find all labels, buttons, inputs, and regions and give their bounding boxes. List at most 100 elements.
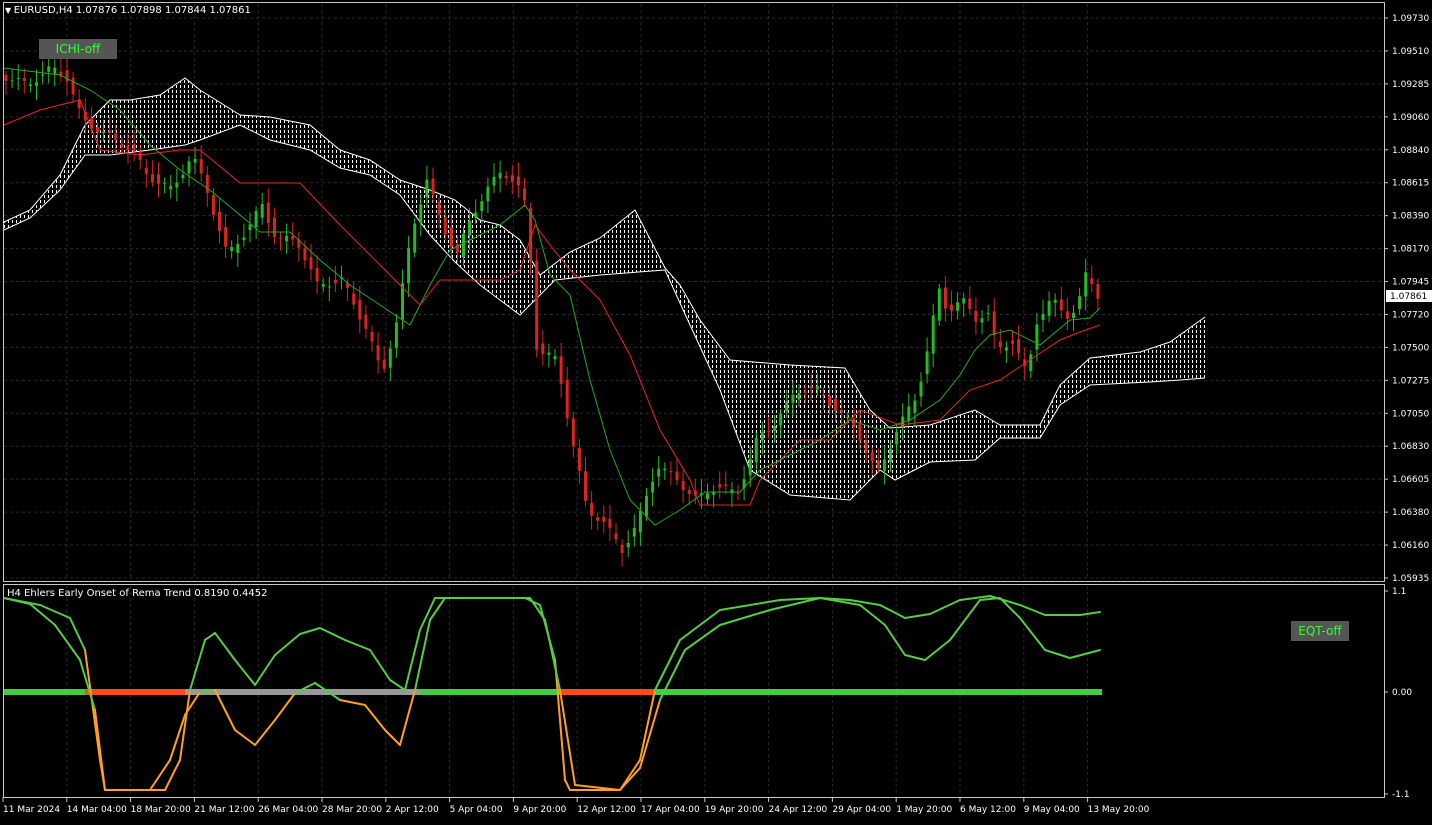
price-label: 1.07050 xyxy=(1392,409,1429,419)
candle-body xyxy=(620,544,624,554)
eqt-toggle-button[interactable]: EQT-off xyxy=(1291,621,1349,641)
eqt-slow-line xyxy=(859,604,886,626)
candle-body xyxy=(53,67,57,74)
candle-body xyxy=(266,202,270,223)
candle-body xyxy=(181,174,185,179)
eqt-fast-line xyxy=(654,639,681,691)
senkou-span-b xyxy=(3,124,1206,501)
zero-line-segment xyxy=(85,689,185,695)
symbol-header: ▼ EURUSD,H4 1.07876 1.07898 1.07844 1.07… xyxy=(5,5,251,16)
candle-body xyxy=(144,167,148,175)
candle-body xyxy=(919,381,923,397)
candle-body xyxy=(577,448,581,471)
candle-body xyxy=(1047,300,1051,316)
eqt-fast-line xyxy=(214,632,236,661)
eqt-fast-line xyxy=(929,599,961,615)
ind-scale-label: -1.1 xyxy=(1392,790,1410,800)
candle-body xyxy=(1059,299,1063,311)
eqt-slow-line xyxy=(1044,649,1071,659)
time-label: 6 May 12:00 xyxy=(960,805,1016,815)
eqt-fast-line xyxy=(1079,611,1101,616)
candle-body xyxy=(187,161,191,174)
candle-body xyxy=(315,267,319,282)
time-label: 11 Mar 2024 xyxy=(3,805,60,815)
eqt-indicator xyxy=(3,595,1102,791)
candle-body xyxy=(523,188,526,201)
candle-body xyxy=(364,314,368,329)
price-label: 1.06830 xyxy=(1392,442,1429,452)
price-label: 1.08615 xyxy=(1392,179,1429,189)
candle-body xyxy=(248,224,252,231)
candle-body xyxy=(254,210,258,228)
candle-body xyxy=(767,430,770,432)
eqt-fast-line xyxy=(389,679,406,691)
eqt-fast-line xyxy=(204,632,216,641)
candle-body xyxy=(486,186,490,202)
candle-body xyxy=(602,516,606,523)
candle-body xyxy=(748,458,752,476)
candle-body xyxy=(821,394,825,396)
candle-body xyxy=(779,413,783,426)
candle-body xyxy=(163,182,167,184)
candle-body xyxy=(754,438,758,463)
candle-body xyxy=(279,237,282,239)
candle-body xyxy=(992,311,996,335)
zero-line-segment xyxy=(655,689,1102,695)
candle-body xyxy=(425,179,429,197)
candle-body xyxy=(449,227,453,247)
candle-body xyxy=(516,176,520,186)
candle-body xyxy=(35,82,38,86)
indicator-header: H4 Ehlers Early Onset of Rema Trend 0.81… xyxy=(7,588,268,599)
candle-body xyxy=(211,195,215,215)
candle-body xyxy=(657,468,661,477)
candle-body xyxy=(443,217,447,235)
eqt-fast-line xyxy=(679,609,721,641)
time-label: 29 Apr 04:00 xyxy=(832,805,891,815)
time-axis: 11 Mar 2024 14 Mar 04:00 18 Mar 20:00 21 Ma… xyxy=(2,797,1150,815)
candle-body xyxy=(876,460,880,469)
price-label: 1.09285 xyxy=(1392,80,1429,90)
candle-body xyxy=(407,248,411,284)
candle-body xyxy=(1072,312,1075,319)
candle-body xyxy=(218,211,221,231)
eqt-slow-line xyxy=(274,692,296,721)
candle-body xyxy=(224,226,228,247)
candle-body xyxy=(718,484,722,488)
price-label: 1.09730 xyxy=(1392,14,1429,24)
ichi-toggle-button[interactable]: ICHI-off xyxy=(39,39,117,59)
eqt-slow-line xyxy=(214,689,236,731)
eqt-slow-line xyxy=(94,709,106,791)
zero-line-segment xyxy=(560,689,655,695)
candle-body xyxy=(1004,347,1008,351)
eqt-slow-line xyxy=(924,639,951,661)
chart-canvas[interactable]: 1.09730 1.09510 1.09285 1.09060 1.08840 1.086… xyxy=(0,0,1432,821)
candle-body xyxy=(760,432,764,441)
candle-body xyxy=(199,159,203,174)
candle-body xyxy=(4,75,8,81)
candle-body xyxy=(584,471,587,501)
candle-body xyxy=(132,144,136,152)
time-label: 5 Apr 04:00 xyxy=(450,805,503,815)
dropdown-triangle-icon[interactable]: ▼ xyxy=(5,6,14,15)
eqt-slow-line xyxy=(339,699,366,706)
candle-body xyxy=(150,174,154,183)
candle-body xyxy=(230,246,234,252)
eqt-fast-line xyxy=(274,633,301,656)
candle-body xyxy=(303,248,307,261)
time-label: 12 Apr 12:00 xyxy=(577,805,636,815)
candle-body xyxy=(394,322,398,348)
candle-body xyxy=(943,287,947,309)
time-label: 9 Apr 20:00 xyxy=(513,805,566,815)
candle-body xyxy=(169,185,173,190)
candle-body xyxy=(260,203,264,218)
candle-body xyxy=(645,495,648,517)
candle-body xyxy=(96,127,99,133)
ind-scale-label: 1.1 xyxy=(1392,587,1406,597)
candle-body xyxy=(1011,340,1014,344)
candle-body xyxy=(803,391,807,394)
candle-body xyxy=(730,489,734,494)
candle-body xyxy=(773,426,777,431)
candle-body xyxy=(157,174,160,184)
candle-body xyxy=(882,459,886,471)
candle-body xyxy=(950,304,953,311)
